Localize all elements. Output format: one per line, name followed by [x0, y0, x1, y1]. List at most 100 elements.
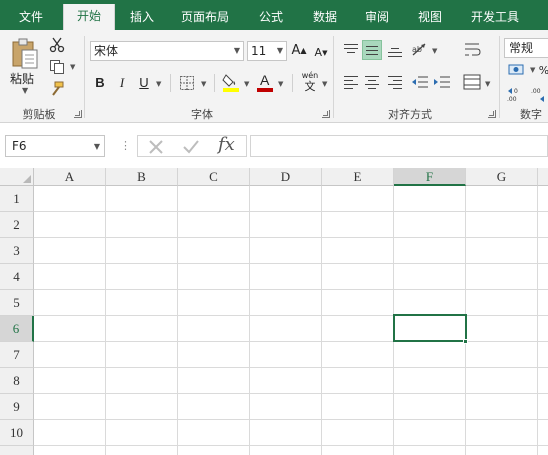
copy-button[interactable]: [48, 58, 66, 76]
select-all-button[interactable]: [0, 168, 34, 186]
enter-check-icon[interactable]: [182, 139, 200, 155]
row-header-10[interactable]: 10: [0, 420, 34, 446]
gridline: [249, 186, 250, 455]
row-header-6[interactable]: 6: [0, 316, 34, 342]
font-color-dropdown-icon[interactable]: ▼: [278, 80, 283, 88]
accounting-format-button[interactable]: [507, 62, 527, 78]
percent-button[interactable]: %: [539, 62, 548, 78]
column-header-h-partial[interactable]: [538, 168, 548, 186]
row-header-8[interactable]: 8: [0, 368, 34, 394]
text-orientation-icon: ab: [412, 43, 426, 56]
borders-dropdown-icon[interactable]: ▼: [201, 80, 206, 88]
align-top-button[interactable]: [341, 40, 361, 60]
tab-formulas[interactable]: 公式: [248, 5, 294, 30]
column-header-c[interactable]: C: [178, 168, 250, 186]
row-header-3[interactable]: 3: [0, 238, 34, 264]
clipboard-launcher-icon[interactable]: [74, 110, 82, 118]
gridline: [34, 445, 548, 446]
copy-dropdown-icon[interactable]: ▼: [70, 63, 75, 71]
name-box[interactable]: F6 ▼: [5, 135, 105, 157]
row-header-7[interactable]: 7: [0, 342, 34, 368]
column-header-b[interactable]: B: [106, 168, 178, 186]
insert-function-button[interactable]: fx: [218, 134, 235, 155]
row-header-11-partial[interactable]: [0, 446, 34, 455]
tab-view[interactable]: 视图: [407, 5, 453, 30]
column-header-d[interactable]: D: [250, 168, 322, 186]
formula-input[interactable]: [250, 135, 548, 157]
svg-text:.00: .00: [507, 96, 517, 102]
font-color-glyph: A: [260, 72, 270, 88]
fill-handle[interactable]: [463, 339, 468, 344]
row-header-2[interactable]: 2: [0, 212, 34, 238]
gridline: [34, 211, 548, 212]
tab-insert[interactable]: 插入: [118, 5, 166, 30]
paste-label: 粘贴: [10, 72, 35, 86]
font-launcher-icon[interactable]: [322, 110, 330, 118]
increase-decimal-button[interactable]: 0 .00: [506, 86, 528, 102]
row-header-9[interactable]: 9: [0, 394, 34, 420]
wrap-text-button[interactable]: [462, 40, 482, 60]
align-left-button[interactable]: [341, 72, 361, 92]
chevron-down-icon: ▼: [93, 142, 100, 151]
number-format-select[interactable]: 常规: [504, 38, 548, 58]
decrease-indent-icon: [412, 76, 428, 88]
tab-home[interactable]: 开始: [63, 4, 115, 30]
gridline: [537, 186, 538, 455]
paste-button[interactable]: [10, 38, 40, 70]
gridline: [321, 186, 322, 455]
grow-font-button[interactable]: A▲: [291, 40, 307, 62]
align-center-button[interactable]: [362, 72, 382, 92]
shrink-font-button[interactable]: A▼: [313, 42, 329, 64]
svg-text:.00: .00: [531, 88, 541, 95]
active-cell-f6[interactable]: [393, 314, 467, 342]
increase-indent-button[interactable]: [432, 72, 452, 92]
fill-color-button[interactable]: [222, 72, 240, 92]
phonetic-dropdown-icon[interactable]: ▼: [322, 80, 327, 88]
font-size-select[interactable]: 11 ▼: [247, 41, 287, 61]
paste-dropdown-icon[interactable]: ▼: [22, 86, 28, 95]
align-middle-button[interactable]: [362, 40, 382, 60]
align-right-button[interactable]: [385, 72, 405, 92]
alignment-launcher-icon[interactable]: [488, 110, 496, 118]
column-header-g[interactable]: G: [466, 168, 538, 186]
tab-file[interactable]: 文件: [0, 5, 62, 30]
phonetic-guide-button[interactable]: wén 文: [300, 71, 320, 95]
row-header-5[interactable]: 5: [0, 290, 34, 316]
bold-button[interactable]: B: [92, 72, 108, 94]
column-header-f[interactable]: F: [394, 168, 466, 186]
column-header-a[interactable]: A: [34, 168, 106, 186]
gridline: [177, 186, 178, 455]
underline-button[interactable]: U: [136, 72, 152, 94]
italic-button[interactable]: I: [114, 72, 130, 94]
gridline: [34, 419, 548, 420]
orientation-dropdown-icon[interactable]: ▼: [432, 47, 437, 55]
row-header-4[interactable]: 4: [0, 264, 34, 290]
tab-review[interactable]: 审阅: [354, 5, 400, 30]
format-painter-button[interactable]: [48, 80, 66, 98]
merge-dropdown-icon[interactable]: ▼: [485, 80, 490, 88]
decrease-indent-button[interactable]: [410, 72, 430, 92]
more-icon[interactable]: ⋮: [120, 139, 131, 152]
chevron-down-icon: ▼: [233, 46, 240, 55]
tab-data[interactable]: 数据: [302, 5, 348, 30]
align-bottom-button[interactable]: [385, 40, 405, 60]
worksheet-grid[interactable]: A B C D E F G 1 2 3 4 5 6 7 8 9 10: [0, 168, 548, 455]
column-header-e[interactable]: E: [322, 168, 394, 186]
accounting-dropdown-icon[interactable]: ▼: [530, 66, 535, 74]
underline-dropdown-icon[interactable]: ▼: [156, 80, 161, 88]
shrink-font-glyph: A: [314, 46, 323, 59]
font-name-select[interactable]: 宋体 ▼: [90, 41, 244, 61]
cut-button[interactable]: [48, 36, 66, 54]
decrease-decimal-button[interactable]: .00: [530, 86, 548, 102]
borders-button[interactable]: [178, 74, 196, 92]
merge-center-button[interactable]: [462, 72, 482, 92]
font-color-button[interactable]: A: [256, 72, 274, 92]
fill-color-dropdown-icon[interactable]: ▼: [244, 80, 249, 88]
tab-page-layout[interactable]: 页面布局: [170, 5, 240, 30]
row-header-1[interactable]: 1: [0, 186, 34, 212]
name-box-value: F6: [12, 139, 27, 153]
orientation-button[interactable]: ab: [410, 40, 430, 60]
cancel-icon[interactable]: [148, 139, 164, 155]
clipboard-group-label: 剪贴板: [22, 108, 56, 121]
tab-developer[interactable]: 开发工具: [462, 5, 528, 30]
